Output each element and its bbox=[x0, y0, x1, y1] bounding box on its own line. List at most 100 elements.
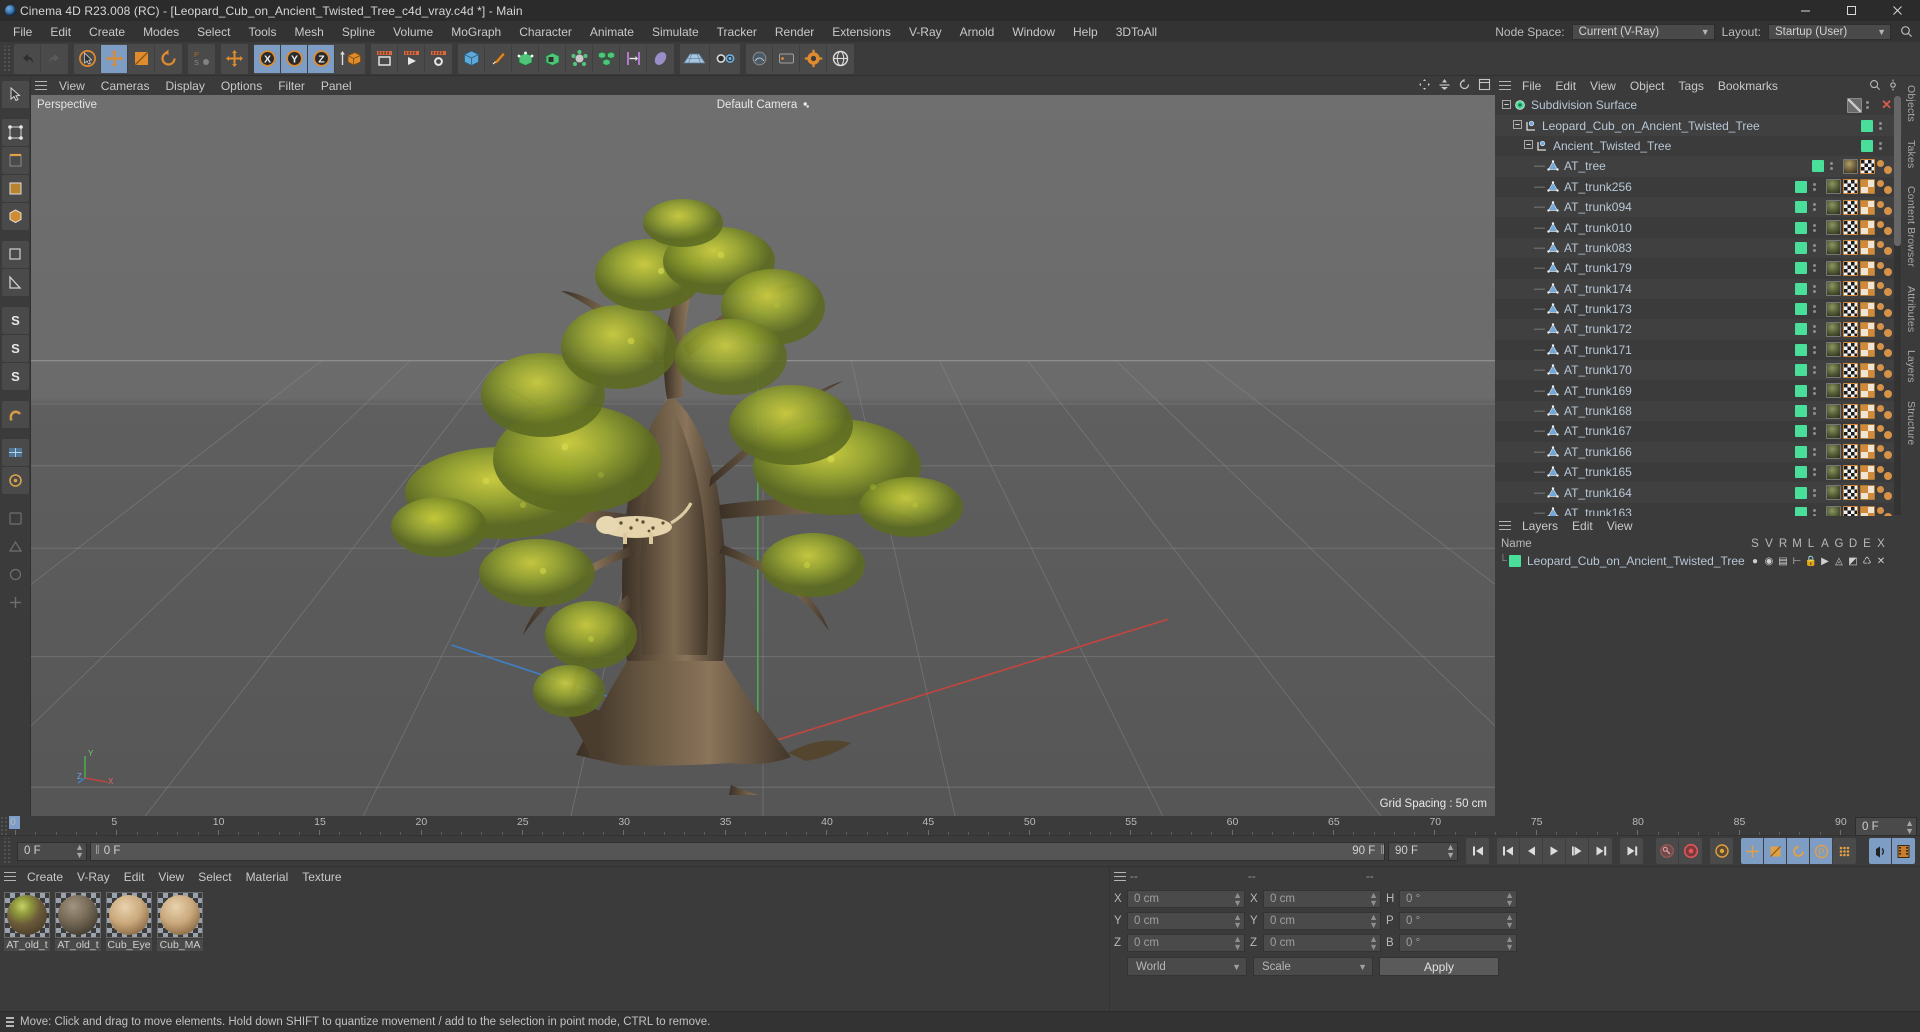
layer-color-swatch[interactable] bbox=[1795, 405, 1807, 418]
layer-toggle-m[interactable]: ⊢ bbox=[1790, 556, 1804, 567]
menu-item-extensions[interactable]: Extensions bbox=[823, 23, 900, 41]
edge-mode-button[interactable] bbox=[2, 147, 29, 174]
viewport-menu-item-panel[interactable]: Panel bbox=[313, 78, 360, 94]
phong-tag-icon[interactable] bbox=[1877, 322, 1892, 337]
scale-tool-button[interactable] bbox=[128, 44, 155, 73]
uv-tag-icon[interactable] bbox=[1860, 464, 1875, 480]
menu-item-modes[interactable]: Modes bbox=[134, 23, 188, 41]
layout-dropdown[interactable]: Startup (User) ▼ bbox=[1768, 23, 1891, 40]
stepper-icon[interactable]: ▲ ▼ bbox=[75, 843, 84, 860]
texture-tag-icon[interactable] bbox=[1843, 403, 1858, 419]
lock-z-button[interactable]: Z bbox=[308, 44, 335, 73]
visibility-dots[interactable] bbox=[1813, 305, 1818, 314]
object-list[interactable]: Subdivision Surface ✕ Leopard_Cub_on_Ancie… bbox=[1495, 95, 1902, 516]
point-level-animation-button[interactable] bbox=[1833, 838, 1856, 864]
stepper-icon[interactable]: ▲ ▼ bbox=[1233, 912, 1242, 929]
previous-keyframe-button[interactable] bbox=[1497, 838, 1520, 864]
minimize-button[interactable] bbox=[1782, 0, 1828, 21]
texture-tag-icon[interactable] bbox=[1843, 321, 1858, 337]
model-mode-button[interactable] bbox=[2, 203, 29, 230]
material-tag-icon[interactable] bbox=[1826, 199, 1841, 215]
visibility-dots[interactable] bbox=[1813, 223, 1818, 232]
layer-color-swatch[interactable] bbox=[1795, 425, 1807, 438]
coordinate-system-dropdown[interactable]: World ▼ bbox=[1127, 957, 1247, 976]
object-axis-button[interactable] bbox=[2, 241, 29, 268]
maximize-button[interactable] bbox=[1828, 0, 1874, 21]
visibility-dots[interactable] bbox=[1813, 366, 1818, 375]
material-menu-item-edit[interactable]: Edit bbox=[117, 869, 152, 885]
object-row[interactable]: — AT_trunk179 bbox=[1495, 258, 1902, 278]
record-position-button[interactable] bbox=[1741, 838, 1764, 864]
layer-color-swatch[interactable] bbox=[1509, 555, 1521, 567]
texture-tag-icon[interactable] bbox=[1843, 179, 1858, 195]
texture-tag-icon[interactable] bbox=[1843, 220, 1858, 236]
coord-field-rotation[interactable]: 0 ° ▲ ▼ bbox=[1399, 889, 1517, 908]
menu-item-tracker[interactable]: Tracker bbox=[708, 23, 766, 41]
lock-y-button[interactable]: Y bbox=[281, 44, 308, 73]
phong-tag-icon[interactable] bbox=[1877, 220, 1892, 236]
object-list-scrollbar[interactable] bbox=[1894, 96, 1901, 515]
step-back-button[interactable] bbox=[1520, 838, 1543, 864]
uv-tag-icon[interactable] bbox=[1860, 301, 1875, 317]
viewport-menu-item-filter[interactable]: Filter bbox=[270, 78, 313, 94]
render-view-button[interactable] bbox=[371, 44, 398, 73]
uv-tag-icon[interactable] bbox=[1860, 220, 1875, 236]
layer-toggle-d[interactable]: ◩ bbox=[1846, 556, 1860, 567]
material-cell[interactable]: Cub_Eye bbox=[106, 892, 152, 951]
material-tag-icon[interactable] bbox=[1826, 505, 1841, 516]
add-tag-button[interactable] bbox=[773, 44, 800, 73]
menu-item-mesh[interactable]: Mesh bbox=[285, 23, 332, 41]
phong-tag-icon[interactable] bbox=[1877, 404, 1892, 419]
add-spline-generator-button[interactable] bbox=[539, 44, 566, 73]
object-row[interactable]: — AT_trunk256 bbox=[1495, 177, 1902, 197]
lock-x-button[interactable]: X bbox=[254, 44, 281, 73]
add-deformer-button[interactable] bbox=[566, 44, 593, 73]
menu-item-spline[interactable]: Spline bbox=[333, 23, 384, 41]
snap-s1-button[interactable]: S bbox=[2, 307, 29, 334]
coord-field-position[interactable]: 0 cm ▲ ▼ bbox=[1127, 933, 1245, 952]
visibility-dots[interactable] bbox=[1813, 509, 1818, 516]
layer-toggle-e[interactable]: ♺ bbox=[1860, 556, 1874, 567]
object-row[interactable]: — AT_trunk167 bbox=[1495, 421, 1902, 441]
go-to-start-button[interactable] bbox=[1466, 838, 1489, 864]
menu-item-v-ray[interactable]: V-Ray bbox=[900, 23, 951, 41]
layer-toggle-r[interactable]: ▤ bbox=[1776, 556, 1790, 567]
extra-tool-1-button[interactable] bbox=[2, 505, 29, 532]
layer-color-swatch[interactable] bbox=[1795, 466, 1807, 479]
strip-handle-right-icon[interactable]: ‖ bbox=[1380, 845, 1385, 857]
menu-item-select[interactable]: Select bbox=[188, 23, 239, 41]
expand-collapse-icon[interactable] bbox=[1523, 140, 1534, 151]
stepper-icon[interactable]: ▲ ▼ bbox=[1446, 843, 1455, 860]
object-row[interactable]: — AT_trunk172 bbox=[1495, 319, 1902, 340]
object-row[interactable]: Subdivision Surface ✕ bbox=[1495, 95, 1902, 115]
visibility-dots[interactable] bbox=[1879, 141, 1884, 150]
material-tag-icon[interactable] bbox=[1826, 485, 1841, 501]
live-selection-button[interactable] bbox=[2, 81, 29, 108]
object-row[interactable]: — AT_trunk171 bbox=[1495, 340, 1902, 360]
texture-tag-icon[interactable] bbox=[1843, 342, 1858, 358]
material-preview[interactable] bbox=[55, 892, 101, 938]
pan-icon[interactable] bbox=[1418, 78, 1431, 96]
uv-tag-icon[interactable] bbox=[1860, 423, 1875, 439]
material-tag-icon[interactable] bbox=[1826, 260, 1841, 276]
layer-toggle-s[interactable]: ● bbox=[1748, 556, 1762, 567]
close-button[interactable] bbox=[1874, 0, 1920, 21]
layer-color-swatch[interactable] bbox=[1795, 364, 1807, 377]
add-camera-button[interactable] bbox=[647, 44, 674, 73]
menu-item-volume[interactable]: Volume bbox=[384, 23, 442, 41]
world-axis-button[interactable] bbox=[221, 44, 248, 73]
object-manager-menu-item-bookmarks[interactable]: Bookmarks bbox=[1711, 78, 1785, 94]
apply-button[interactable]: Apply bbox=[1379, 957, 1499, 976]
visibility-dots[interactable] bbox=[1813, 284, 1818, 293]
right-tab-layers[interactable]: Layers bbox=[1905, 347, 1917, 386]
material-menu-item-create[interactable]: Create bbox=[20, 869, 70, 885]
layer-color-swatch[interactable] bbox=[1795, 201, 1807, 214]
phong-tag-icon[interactable] bbox=[1877, 444, 1892, 460]
phong-tag-icon[interactable] bbox=[1877, 485, 1892, 501]
coord-field-position[interactable]: 0 cm ▲ ▼ bbox=[1127, 889, 1245, 908]
step-forward-button[interactable] bbox=[1566, 838, 1589, 864]
phong-tag-icon[interactable] bbox=[1877, 383, 1892, 399]
layer-toggle-l[interactable]: 🔒 bbox=[1804, 556, 1818, 567]
stepper-icon[interactable]: ▲ ▼ bbox=[1905, 818, 1914, 835]
phong-tag-icon[interactable] bbox=[1877, 363, 1892, 378]
